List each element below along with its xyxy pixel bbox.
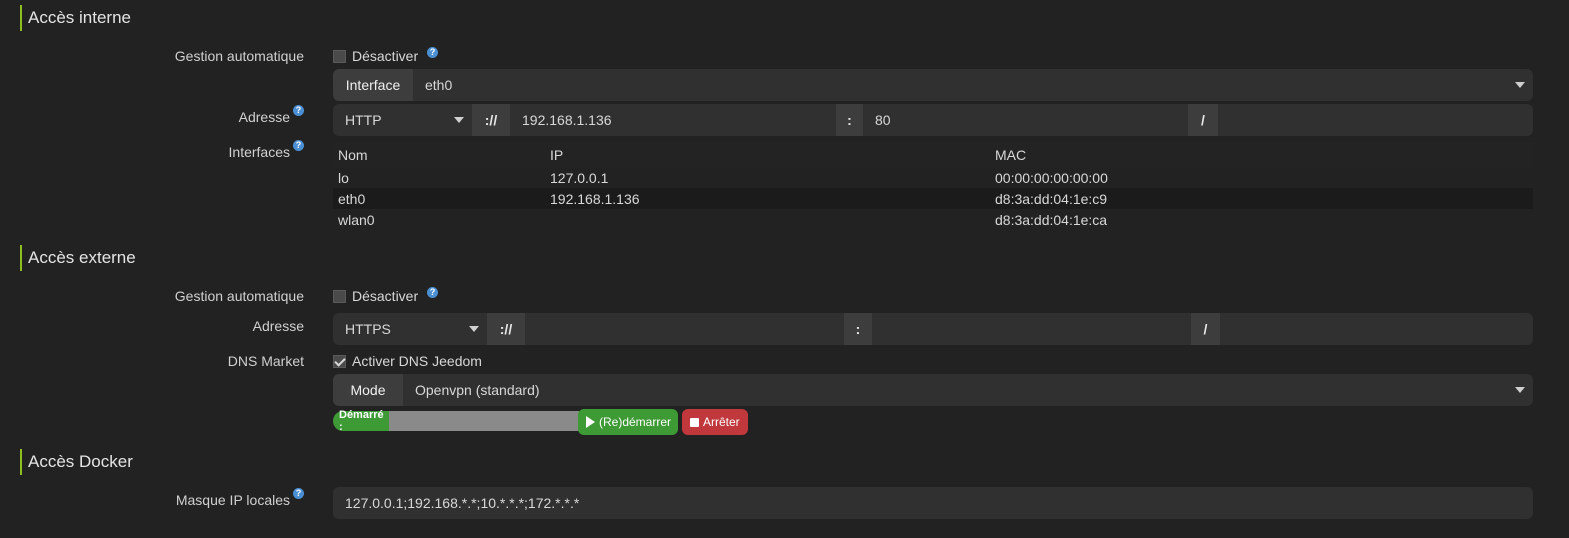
internal-interface-select[interactable]: Interface eth0	[333, 69, 1533, 101]
internal-address-group: HTTP :// 192.168.1.136 : 80 /	[333, 104, 1533, 136]
mask-label: Masque IP locales?	[0, 488, 304, 508]
checkbox-label: Désactiver	[352, 288, 419, 304]
section-title-internal: Accès interne	[20, 5, 131, 31]
external-auto-disable-checkbox[interactable]: Désactiver ?	[333, 286, 439, 304]
checkbox-label: Activer DNS Jeedom	[352, 353, 482, 369]
checkmark-icon[interactable]	[333, 354, 346, 368]
internal-protocol-select[interactable]: HTTP	[333, 104, 472, 136]
scheme-separator: ://	[487, 313, 525, 345]
scheme-separator: ://	[472, 104, 510, 136]
help-icon[interactable]: ?	[427, 46, 439, 58]
interfaces-label: Interfaces?	[0, 140, 304, 160]
table-row: lo 127.0.0.1 00:00:00:00:00:00	[333, 167, 1533, 188]
column-header-ip: IP	[550, 146, 564, 163]
external-address-label: Adresse	[252, 318, 304, 334]
cell-ip: 192.168.1.136	[550, 190, 640, 207]
restart-button[interactable]: (Re)démarrer	[578, 409, 678, 435]
table-header: Nom IP MAC	[333, 142, 1533, 167]
external-port-input[interactable]	[872, 313, 1191, 345]
redacted-status-detail	[389, 411, 579, 431]
caret-down-icon	[469, 326, 479, 332]
stop-icon	[690, 417, 699, 427]
mode-value: Openvpn (standard)	[415, 382, 540, 398]
mode-addon: Mode	[333, 374, 403, 406]
internal-port-input[interactable]: 80	[863, 104, 1188, 136]
interface-addon: Interface	[333, 69, 413, 101]
status-badge: Démarré :	[333, 409, 389, 433]
internal-path-input[interactable]	[1218, 104, 1533, 136]
internal-auto-label: Gestion automatique	[174, 48, 304, 64]
dns-enable-checkbox[interactable]: Activer DNS Jeedom	[333, 353, 482, 369]
external-auto-label: Gestion automatique	[174, 288, 304, 304]
interface-value: eth0	[425, 77, 453, 93]
dns-mode-select[interactable]: Mode Openvpn (standard)	[333, 374, 1533, 406]
help-icon[interactable]: ?	[427, 286, 439, 298]
cell-mac: d8:3a:dd:04:1e:c9	[995, 190, 1108, 207]
slash-separator: /	[1188, 104, 1218, 136]
internal-auto-disable-checkbox[interactable]: Désactiver ?	[333, 46, 439, 64]
external-path-input[interactable]	[1220, 313, 1533, 345]
mask-value: 127.0.0.1;192.168.*.*;10.*.*.*;172.*.*.*	[345, 495, 580, 511]
play-icon	[586, 416, 595, 428]
checkbox-box[interactable]	[333, 49, 346, 63]
mask-input[interactable]: 127.0.0.1;192.168.*.*;10.*.*.*;172.*.*.*	[333, 487, 1533, 519]
dns-market-label: DNS Market	[227, 353, 304, 369]
cell-name: eth0	[338, 190, 366, 207]
checkbox-label: Désactiver	[352, 48, 419, 64]
section-title-external: Accès externe	[20, 245, 136, 271]
colon-separator: :	[844, 313, 872, 345]
caret-down-icon	[1515, 387, 1525, 393]
caret-down-icon	[454, 117, 464, 123]
slash-separator: /	[1191, 313, 1220, 345]
colon-separator: :	[836, 104, 863, 136]
help-icon[interactable]: ?	[293, 488, 304, 499]
section-title-docker: Accès Docker	[20, 449, 133, 475]
interfaces-table: Nom IP MAC lo 127.0.0.1 00:00:00:00:00:0…	[333, 142, 1533, 230]
external-protocol-select[interactable]: HTTPS	[333, 313, 487, 345]
help-icon[interactable]: ?	[293, 105, 304, 116]
cell-mac: 00:00:00:00:00:00	[995, 169, 1108, 186]
help-icon[interactable]: ?	[293, 140, 304, 151]
table-row: wlan0 d8:3a:dd:04:1e:ca	[333, 209, 1533, 230]
internal-address-label: Adresse?	[0, 105, 304, 125]
table-row: eth0 192.168.1.136 d8:3a:dd:04:1e:c9	[333, 188, 1533, 209]
cell-name: lo	[338, 169, 349, 186]
internal-ip-input[interactable]: 192.168.1.136	[510, 104, 836, 136]
column-header-mac: MAC	[995, 146, 1027, 163]
caret-down-icon	[1515, 82, 1525, 88]
column-header-name: Nom	[338, 146, 368, 163]
checkbox-box[interactable]	[333, 289, 346, 303]
cell-ip: 127.0.0.1	[550, 169, 609, 186]
dns-status: Démarré :	[333, 409, 579, 433]
stop-button[interactable]: Arrêter	[682, 409, 748, 435]
external-address-group: HTTPS :// : /	[333, 313, 1533, 345]
external-host-input[interactable]	[525, 313, 844, 345]
cell-name: wlan0	[338, 211, 375, 228]
cell-mac: d8:3a:dd:04:1e:ca	[995, 211, 1108, 228]
